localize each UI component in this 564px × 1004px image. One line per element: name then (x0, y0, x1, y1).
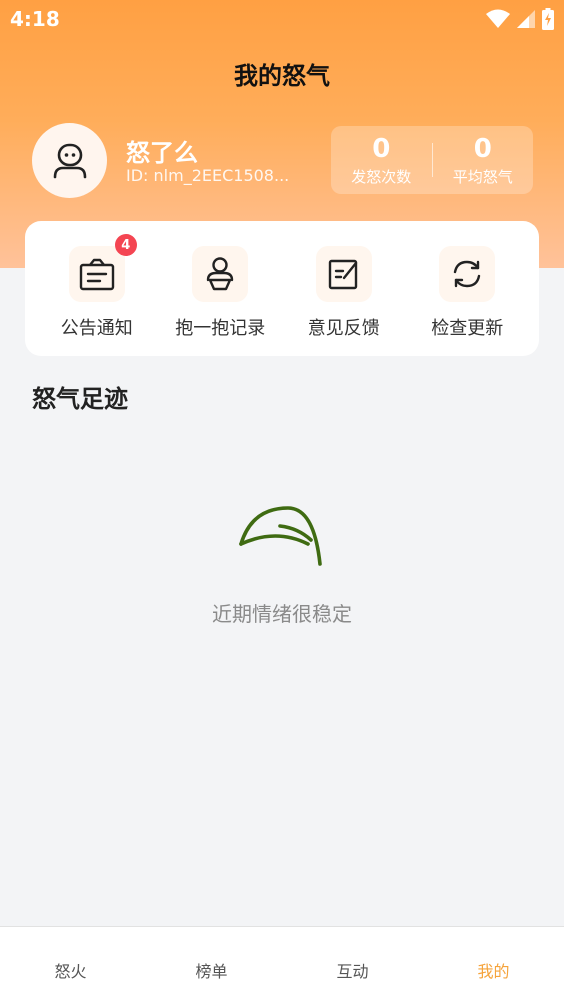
user-id: ID: nlm_2EEC1508... (126, 166, 290, 185)
status-time: 4:18 (10, 7, 60, 31)
section-title: 怒气足迹 (32, 385, 128, 413)
menu-label: 公告通知 (60, 318, 133, 339)
tab-mine[interactable]: 我的 (423, 927, 564, 1004)
feedback-icon (328, 259, 357, 290)
status-icons (486, 8, 554, 30)
menu-label: 意见反馈 (307, 318, 380, 339)
status-bar: 4:18 (0, 0, 564, 38)
menu-icon-box: 4 (68, 234, 137, 302)
menu-item-check-update[interactable]: 检查更新 (408, 246, 526, 340)
stat-label: 平均怒气 (452, 167, 513, 186)
menu-item-announcements[interactable]: 4 公告通知 (38, 234, 156, 340)
menu-icon-box (315, 246, 372, 302)
menu-label: 抱一抱记录 (175, 318, 266, 339)
avatar[interactable] (32, 123, 107, 198)
stat-label: 发怒次数 (351, 167, 412, 186)
leaf-icon (239, 506, 322, 566)
battery-icon (542, 8, 554, 30)
announcement-icon (79, 258, 114, 291)
username: 怒了么 (126, 139, 198, 167)
tab-anger[interactable]: 怒火 (0, 927, 141, 1004)
stat-average-anger[interactable]: 0 平均怒气 (433, 134, 534, 187)
wifi-icon (486, 9, 510, 28)
page-title: 我的怒气 (234, 62, 330, 90)
menu-item-hug-records[interactable]: 抱一抱记录 (161, 246, 279, 340)
menu-icon-box (439, 246, 496, 302)
notification-badge: 4 (114, 234, 137, 256)
hug-icon (207, 257, 234, 291)
menu-label: 检查更新 (431, 318, 504, 339)
stat-value: 0 (473, 133, 492, 164)
stat-anger-count[interactable]: 0 发怒次数 (331, 134, 432, 187)
tab-leaderboard[interactable]: 榜单 (141, 927, 282, 1004)
refresh-icon (454, 260, 481, 288)
menu-icon-box (192, 246, 249, 302)
user-avatar-icon (53, 143, 86, 178)
bottom-tab-bar: 怒火 榜单 互动 我的 (0, 926, 564, 1004)
cellular-signal-icon (517, 10, 535, 28)
tab-interact[interactable]: 互动 (282, 927, 423, 1004)
stat-value: 0 (372, 133, 391, 164)
menu-card: 4 公告通知 抱一抱记录 意见反馈 检查更新 (25, 221, 539, 356)
stats-panel: 0 发怒次数 0 平均怒气 (331, 126, 533, 194)
menu-item-feedback[interactable]: 意见反馈 (285, 246, 403, 340)
empty-state-text: 近期情绪很稳定 (212, 602, 352, 626)
